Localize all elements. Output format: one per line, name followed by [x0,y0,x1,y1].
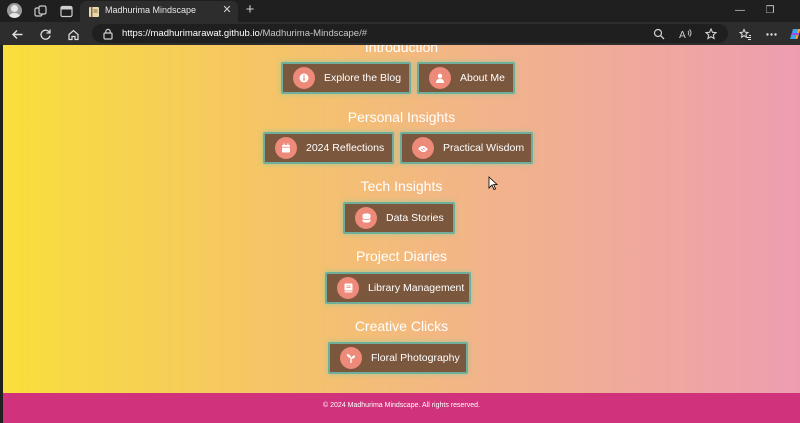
library-management-label: Library Management [368,282,465,294]
about-me-label: About Me [460,72,505,84]
copilot-icon[interactable] [786,25,800,43]
book-icon [337,277,359,299]
lock-icon[interactable] [102,27,114,40]
calendar-icon [275,137,297,159]
tab-title: Madhurima Mindscape [105,5,197,15]
active-tab[interactable]: Madhurima Mindscape ✕ [80,1,238,22]
home-icon[interactable] [64,25,82,43]
svg-text:A: A [679,30,686,40]
more-icon[interactable] [762,25,780,43]
address-toolbar: https://madhurimarawat.github.io/Madhuri… [0,22,800,45]
minimize-icon[interactable]: — [725,0,755,22]
floral-photography-button[interactable]: Floral Photography [328,342,468,374]
refresh-icon[interactable] [36,25,54,43]
about-me-button[interactable]: About Me [417,62,515,94]
reflections-2024-button[interactable]: 2024 Reflections [263,132,394,164]
close-icon[interactable]: ✕ [220,3,234,17]
url-text: https://madhurimarawat.github.io/Madhuri… [122,28,367,39]
profile-avatar[interactable] [7,3,22,18]
explore-blog-label: Explore the Blog [324,72,402,84]
favorite-star-icon[interactable] [704,27,718,41]
practical-wisdom-label: Practical Wisdom [443,142,525,154]
book-favicon [88,5,100,17]
read-aloud-icon[interactable]: A [678,27,692,41]
favorites-icon[interactable] [736,25,754,43]
page-footer: © 2024 Madhurima Mindscape. All rights r… [3,393,800,423]
zoom-icon[interactable] [652,27,666,41]
data-stories-button[interactable]: Data Stories [343,202,455,234]
browser-tab-bar: Madhurima Mindscape ✕ + — ❐ [0,0,800,22]
workspaces-icon[interactable] [32,3,48,19]
plus-icon[interactable]: + [242,2,258,19]
seedling-icon [340,347,362,369]
restore-icon[interactable]: ❐ [755,0,785,22]
info-icon [293,67,315,89]
library-management-button[interactable]: Library Management [325,272,471,304]
back-icon[interactable] [8,25,26,43]
reflections-2024-label: 2024 Reflections [306,142,385,154]
floral-photography-label: Floral Photography [371,352,460,364]
section-title-personal-insights: Personal Insights [347,109,456,125]
tab-actions-icon[interactable] [58,3,74,19]
user-icon [429,67,451,89]
explore-blog-button[interactable]: Explore the Blog [281,62,411,94]
page-viewport: Introduction Explore the Blog About Me P… [3,45,800,423]
section-title-creative-clicks: Creative Clicks [354,318,449,334]
url-path: /Madhurima-Mindscape/# [259,28,368,39]
url-host: https://madhurimarawat.github.io [122,28,260,39]
section-title-introduction: Introduction [364,45,439,55]
database-icon [355,207,377,229]
section-title-tech-insights: Tech Insights [360,178,443,194]
footer-copyright: © 2024 Madhurima Mindscape. All rights r… [323,402,480,409]
mouse-cursor-icon [488,176,499,195]
practical-wisdom-button[interactable]: Practical Wisdom [400,132,533,164]
handshake-icon [412,137,434,159]
url-field[interactable]: https://madhurimarawat.github.io/Madhuri… [92,24,728,43]
section-title-project-diaries: Project Diaries [355,248,448,264]
data-stories-label: Data Stories [386,212,444,224]
